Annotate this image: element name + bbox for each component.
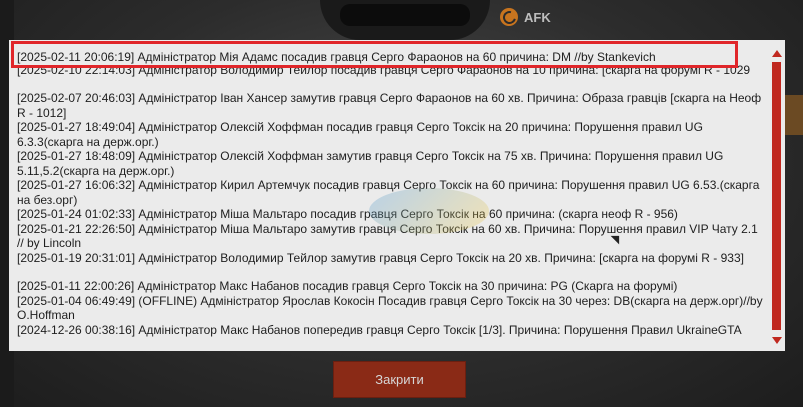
scrollbar[interactable] xyxy=(771,50,782,344)
log-entry: [2025-01-19 20:31:01] Адміністратор Воло… xyxy=(17,250,744,265)
afk-indicator: AFK xyxy=(500,8,551,26)
clock-icon xyxy=(500,8,518,26)
log-list[interactable]: [2025-02-11 20:06:19] Адміністратор Мія … xyxy=(9,40,765,337)
afk-label: AFK xyxy=(524,9,551,25)
server-logo-watermark xyxy=(369,188,489,234)
scroll-up-arrow-icon[interactable] xyxy=(771,50,782,57)
log-entry: [2024-12-26 00:38:16] Адміністратор Макс… xyxy=(17,322,742,337)
log-entry: [2025-01-27 18:48:09] Адміністратор Олек… xyxy=(17,149,727,178)
scroll-thumb[interactable] xyxy=(772,62,781,330)
log-entry: [2025-01-11 22:00:26] Адміністратор Макс… xyxy=(17,279,678,293)
log-entry: [2025-02-07 20:46:03] Адміністратор Іван… xyxy=(17,91,765,120)
close-button[interactable]: Закрити xyxy=(333,361,466,398)
scroll-down-arrow-icon[interactable] xyxy=(772,337,782,344)
log-entry: [2025-02-10 22:14:03] Адміністратор Воло… xyxy=(17,62,751,77)
log-entry: [2025-01-04 06:49:49] (OFFLINE) Адмініст… xyxy=(17,293,766,323)
punishment-log-dialog: [2025-02-11 20:06:19] Адміністратор Мія … xyxy=(9,40,785,351)
log-entry: [2025-01-27 18:49:04] Адміністратор Олек… xyxy=(17,120,707,149)
character-glasses xyxy=(340,4,470,26)
